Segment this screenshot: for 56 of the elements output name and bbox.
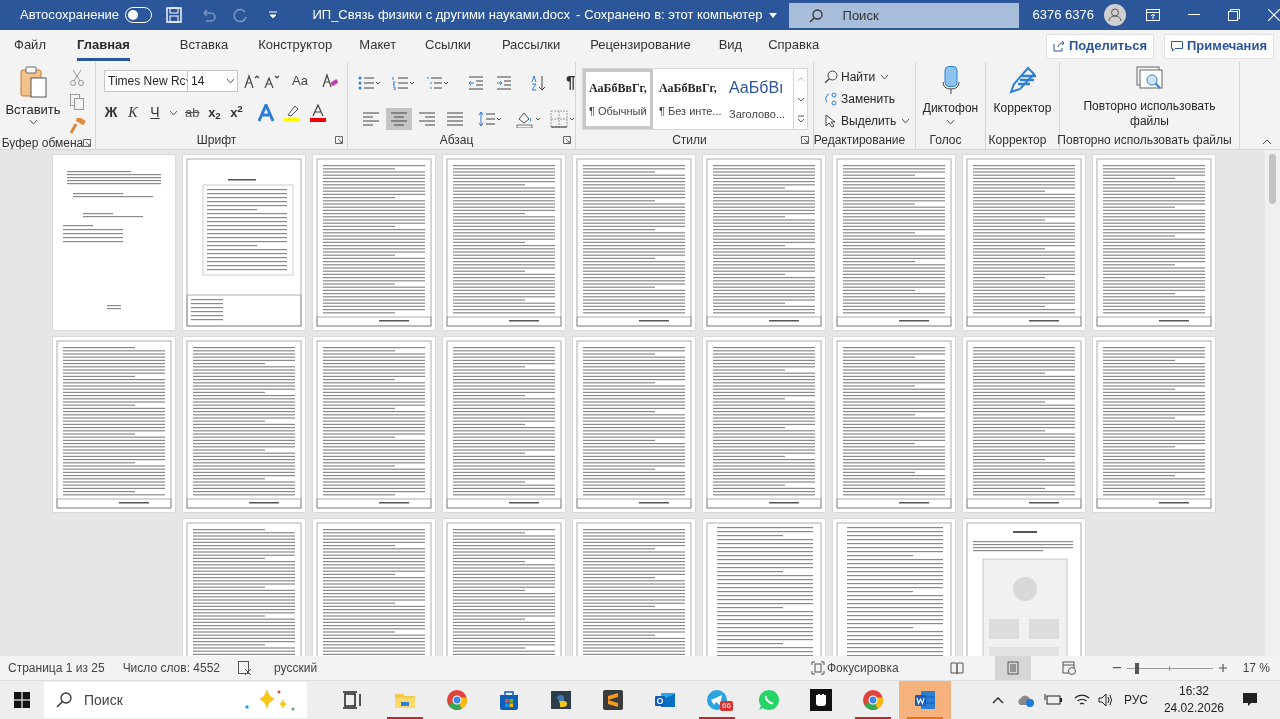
page-count: Страница 1 из 25 [8,660,105,677]
show-marks-button[interactable]: ¶ [566,70,576,96]
format-button[interactable]: x$^{2}$ [229,102,244,123]
style-gallery-item[interactable]: АаБбВвГг, ¶ Обычный [583,69,653,129]
group-label: Буфер обмена [1,135,84,149]
font-size-field[interactable]: 14 [188,70,238,92]
format-button[interactable]: ab [185,102,200,123]
taskbar-app-button[interactable]: 66 [691,680,743,719]
ribbon-tab[interactable]: Рецензирование [590,31,691,61]
editor-button[interactable]: Корректор [986,66,1059,131]
group-label: Редактирование [813,132,906,149]
ribbon-tab[interactable]: Вставка [179,31,229,61]
format-button[interactable]: Ж [104,102,118,123]
paste-button[interactable]: Вставить [4,66,62,134]
clock-time[interactable]: 16:32 [1178,683,1209,700]
find-button[interactable]: Найти [824,68,910,86]
ribbon-tab[interactable]: Файл [14,31,46,61]
group-label: Корректор [988,132,1047,149]
ribbon-tab[interactable]: Вид [718,31,743,61]
ribbon-tab[interactable]: Ссылки [425,31,471,61]
group-label: Голос [929,132,962,149]
format-button[interactable]: x$_{2}$ [207,102,222,123]
style-gallery-item[interactable]: АаБбВвГг, ¶ Без инте... [653,69,723,129]
replace-button[interactable]: Заменить [824,90,910,108]
group-label: Стили [672,132,707,149]
change-case-button[interactable]: Aa [292,71,308,91]
autosave-label: Автосохранение [20,6,120,25]
user-name: 6376 6376 [1032,6,1094,25]
taskbar-search-field[interactable]: Поиск [44,682,307,718]
notification-badge: 66 [720,700,733,711]
format-button[interactable]: К [126,102,140,123]
dictate-button[interactable]: Диктофон [916,66,985,131]
ribbon-tab[interactable]: Рассылки [501,31,561,61]
word-count: Число слов: 4552 [122,660,221,677]
ribbon-tab[interactable]: Конструктор [258,31,333,61]
style-gallery-item[interactable]: АаБбВı Заголово... [723,69,793,129]
focus-button[interactable]: Фокусировка [810,659,899,677]
font-name-field[interactable]: Times New Rc [104,70,188,92]
ribbon-tab[interactable]: Справка [768,31,820,61]
select-button[interactable]: Выделить [824,112,910,130]
search-field[interactable]: Поиск [788,2,1019,28]
group-label: Абзац [439,132,474,149]
group-label: Повторно использовать файлы [1057,132,1232,149]
title-separator: - [576,6,581,25]
group-label: Шрифт [196,132,237,149]
zoom-level: 17 % [1242,660,1270,677]
language: русский [274,660,318,677]
input-language[interactable]: РУС [1123,691,1148,709]
clock-date[interactable]: 24.02.2026 [1163,700,1224,717]
document-title: ИП_Связь физики с другими науками.docx [312,6,570,25]
reuse-files-button[interactable]: Повторно использовать файлы [1060,66,1239,131]
share-button[interactable]: Поделиться [1045,33,1154,59]
format-button[interactable]: Ч [148,102,162,123]
ribbon-tab[interactable]: Макет [359,31,397,61]
save-status: Сохранено в: этот компьютер [584,6,763,25]
comments-button[interactable]: Примечания [1164,33,1274,59]
